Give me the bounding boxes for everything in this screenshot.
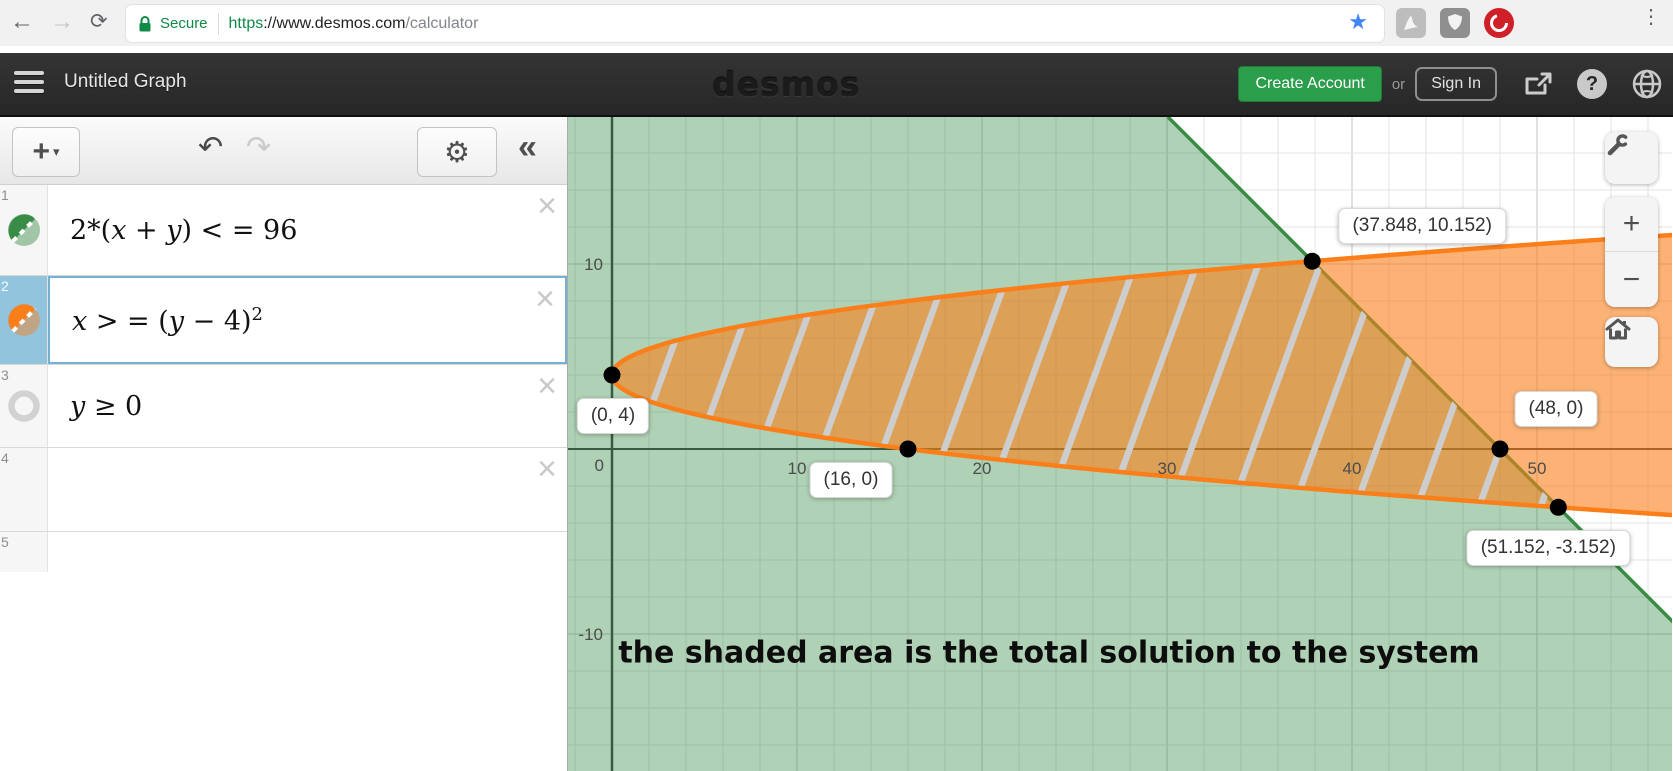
language-globe-icon[interactable]	[1631, 68, 1663, 100]
shield-extension-icon[interactable]	[1440, 8, 1470, 38]
row-number: 4	[1, 450, 9, 466]
desmos-logo: desmos	[712, 65, 861, 104]
row-number: 5	[1, 534, 9, 550]
inequality-style-icon[interactable]	[7, 303, 41, 337]
row-gutter[interactable]: 4	[0, 448, 48, 531]
window-gap	[0, 46, 1673, 53]
expression-input[interactable]: y ≥ 0 ×	[48, 365, 567, 447]
forward-icon[interactable]: →	[50, 6, 74, 38]
wrench-icon	[1607, 134, 1629, 156]
delete-expression-icon[interactable]: ×	[537, 452, 557, 486]
expression-input[interactable]: ×	[48, 448, 567, 531]
equation-text: y ≥ 0	[70, 390, 143, 422]
undo-icon[interactable]: ↶	[192, 129, 229, 166]
add-expression-button[interactable]: + ▾	[12, 127, 80, 177]
plot-svg: 0 10 20 30 40 50 10 -10	[568, 117, 1672, 771]
url-host: ://www.desmos.com	[263, 14, 406, 32]
point-label: (16, 0)	[809, 462, 893, 498]
point-label: (48, 0)	[1514, 391, 1598, 427]
help-icon[interactable]: ?	[1577, 69, 1607, 99]
point-label: (37.848, 10.152)	[1338, 208, 1506, 245]
pdf-extension-icon[interactable]	[1396, 8, 1426, 38]
row-number: 2	[1, 278, 9, 294]
browser-toolbar: ← → ⟳ Secure https://www.desmos.com/calc…	[0, 0, 1673, 46]
row-gutter[interactable]: 5	[0, 532, 48, 572]
expression-row-2[interactable]: 2 x > = (y − 4)2 ×	[0, 276, 567, 365]
axis-tick-label: 50	[1528, 459, 1547, 478]
axis-tick-label: 40	[1343, 459, 1362, 478]
axis-tick-label: -10	[578, 625, 603, 644]
intersection-point[interactable]	[1549, 498, 1567, 516]
sign-in-button[interactable]: Sign In	[1415, 67, 1497, 101]
desmos-calculator-window: ← → ⟳ Secure https://www.desmos.com/calc…	[0, 0, 1673, 771]
hidden-curve-icon[interactable]	[7, 389, 41, 423]
intersection-point[interactable]	[1303, 252, 1321, 270]
gear-icon: ⚙	[444, 136, 470, 169]
browser-menu-icon[interactable]: ⋮	[1641, 4, 1661, 29]
point-label: (51.152, -3.152)	[1466, 530, 1630, 567]
expression-row-1[interactable]: 1 2*(x + y) < = 96 ×	[0, 185, 567, 276]
row-gutter[interactable]: 1	[0, 185, 48, 275]
expression-list: 1 2*(x + y) < = 96 × 2 x > = (y − 4)2 × 3 …	[0, 185, 567, 572]
axis-tick-label: 30	[1158, 459, 1177, 478]
desmos-header: Untitled Graph desmos Create Account or …	[0, 53, 1673, 117]
row-gutter[interactable]: 3	[0, 365, 48, 447]
graph-settings-button[interactable]: ⚙	[417, 127, 497, 177]
expression-row-5[interactable]: 5	[0, 532, 567, 572]
graph-paper[interactable]: 0 10 20 30 40 50 10 -10 the shaded area is the …	[568, 117, 1672, 771]
row-number: 3	[1, 367, 9, 383]
expression-input[interactable]: 2*(x + y) < = 96 ×	[48, 185, 567, 275]
expression-row-4[interactable]: 4 ×	[0, 448, 567, 532]
url-path: /calculator	[405, 14, 479, 32]
bookmark-star-icon[interactable]: ★	[1348, 9, 1368, 35]
row-number: 1	[1, 187, 9, 203]
delete-expression-icon[interactable]: ×	[537, 369, 557, 403]
axis-tick-label: 10	[584, 255, 603, 274]
secure-label: Secure	[160, 15, 208, 32]
intersection-point[interactable]	[1491, 440, 1509, 458]
wrench-settings-button[interactable]	[1605, 132, 1658, 184]
delete-expression-icon[interactable]: ×	[537, 189, 557, 223]
expression-panel: + ▾ ↶ ↷ ⚙ « 1 2*(x + y) < = 96 × 2 x > =…	[0, 117, 568, 771]
intersection-point[interactable]	[899, 440, 917, 458]
back-icon[interactable]: ←	[10, 6, 34, 38]
axis-tick-label: 0	[595, 456, 604, 475]
delete-expression-icon[interactable]: ×	[535, 282, 555, 316]
axis-tick-label: 10	[788, 459, 807, 478]
expression-row-3[interactable]: 3 y ≥ 0 ×	[0, 365, 567, 448]
create-account-button[interactable]: Create Account	[1238, 66, 1382, 102]
equation-text: 2*(x + y) < = 96	[70, 214, 298, 246]
main-menu-icon[interactable]	[14, 71, 44, 98]
share-icon[interactable]	[1521, 69, 1553, 99]
expression-input[interactable]: x > = (y − 4)2 ×	[48, 276, 567, 364]
annotation-text: the shaded area is the total solution to…	[618, 635, 1480, 671]
point-label: (0, 4)	[576, 398, 650, 434]
home-icon	[1605, 318, 1631, 340]
intersection-point[interactable]	[603, 366, 621, 384]
inequality-style-icon[interactable]	[7, 213, 41, 247]
red-extension-icon[interactable]	[1484, 8, 1514, 38]
reload-icon[interactable]: ⟳	[90, 6, 108, 38]
url-text: https://www.desmos.com/calculator	[229, 15, 479, 33]
redo-icon[interactable]: ↷	[240, 129, 277, 166]
address-bar[interactable]: Secure https://www.desmos.com/calculator…	[125, 4, 1385, 43]
url-scheme: https	[228, 14, 264, 32]
equation-text: x > = (y − 4)2	[72, 303, 263, 337]
expression-toolbar: + ▾ ↶ ↷ ⚙ «	[0, 117, 567, 185]
secure-lock-icon	[139, 15, 151, 31]
or-label: or	[1391, 75, 1406, 93]
zoom-controls: + −	[1605, 197, 1658, 307]
omnibox-divider	[217, 12, 219, 35]
axis-tick-label: 20	[973, 459, 992, 478]
home-zoom-button[interactable]	[1605, 317, 1658, 367]
row-gutter[interactable]: 2	[0, 276, 48, 364]
collapse-panel-icon[interactable]: «	[512, 127, 543, 168]
zoom-out-button[interactable]: −	[1605, 252, 1658, 307]
graph-title[interactable]: Untitled Graph	[64, 71, 187, 93]
zoom-in-button[interactable]: +	[1605, 197, 1658, 252]
expression-input[interactable]	[48, 532, 567, 572]
